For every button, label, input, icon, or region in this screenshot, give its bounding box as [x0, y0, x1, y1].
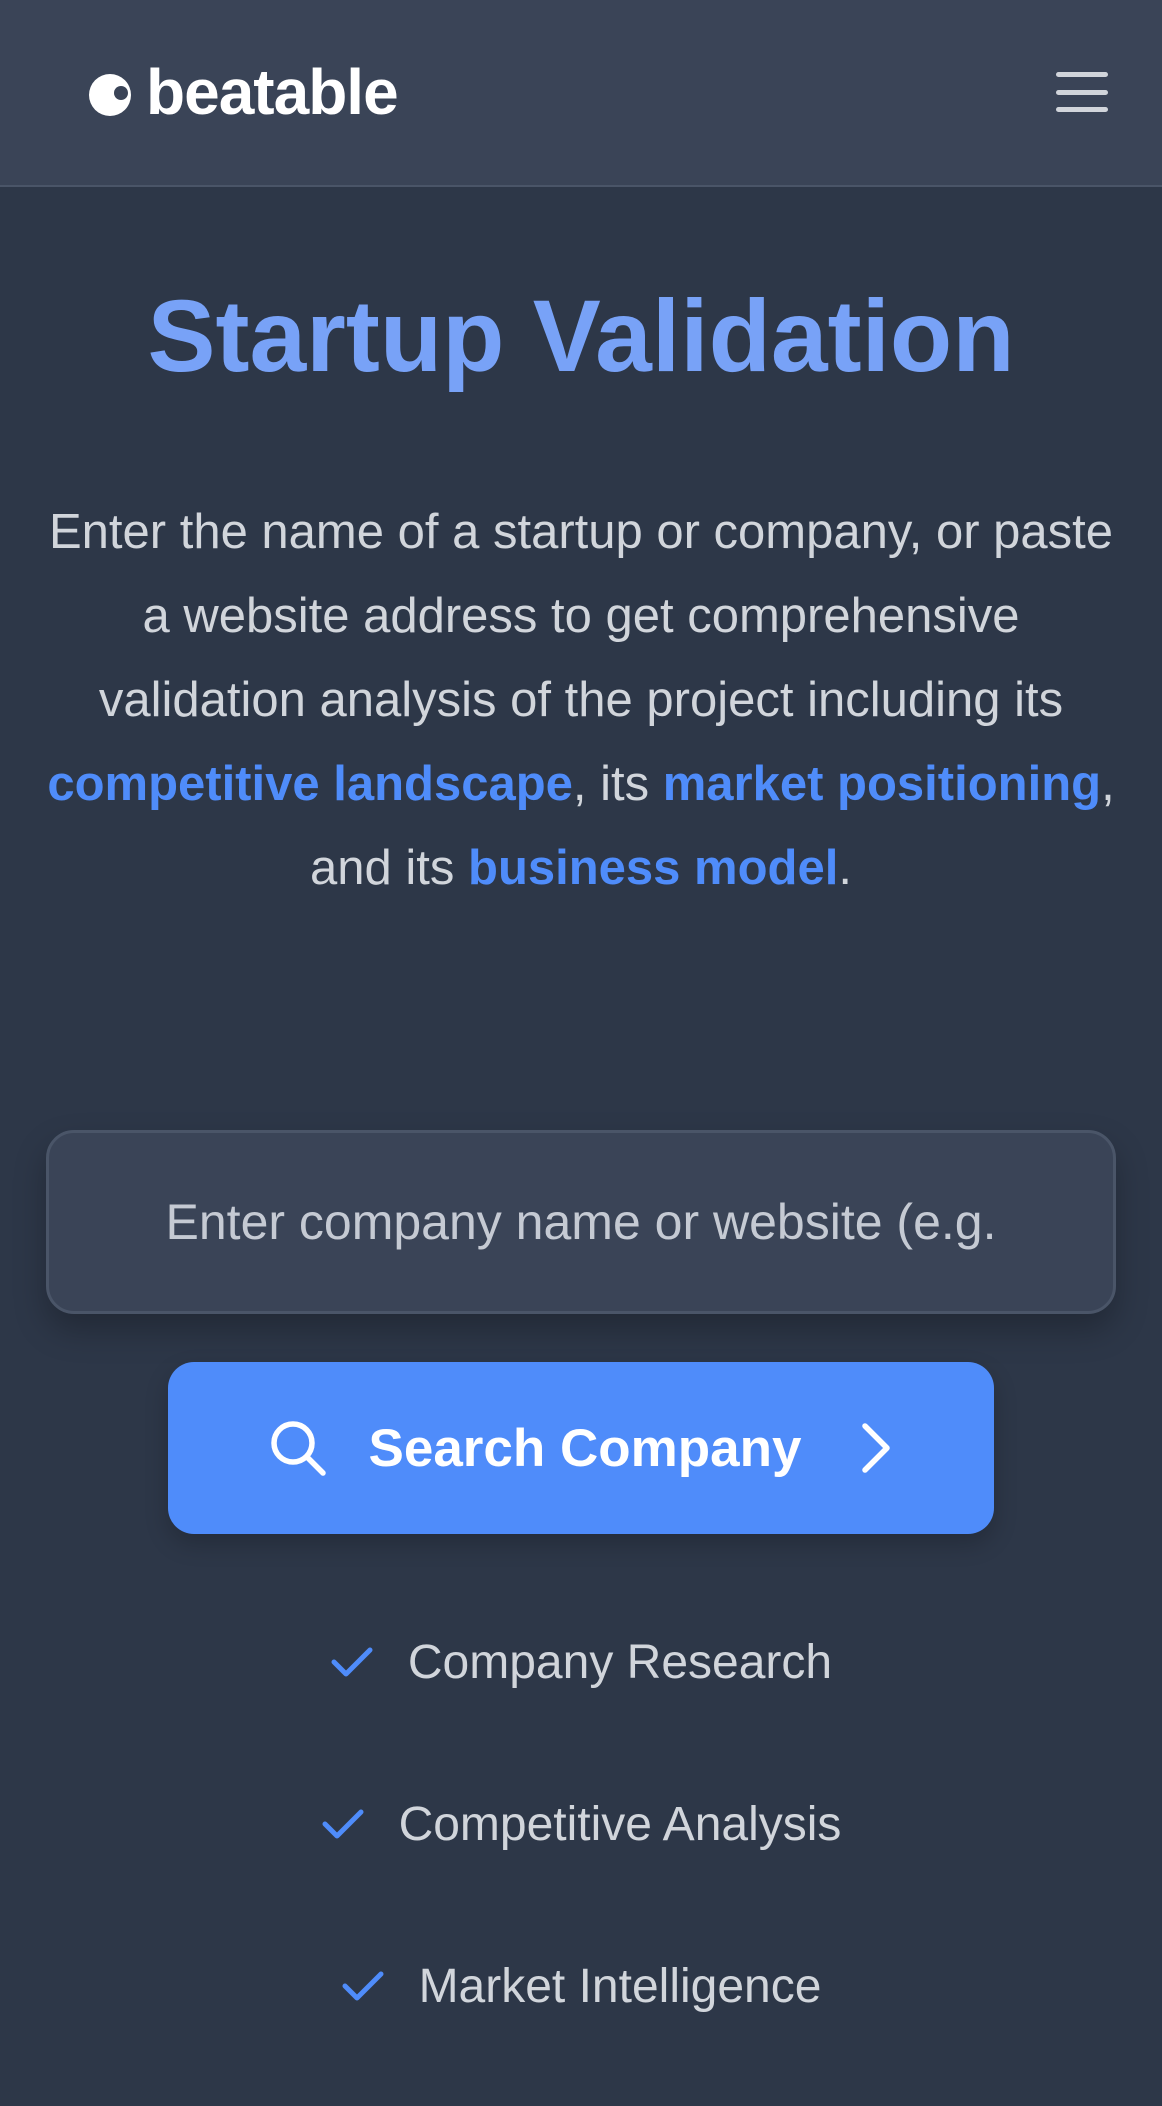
beatable-logo-mark-icon — [89, 74, 131, 116]
feature-label: Company Research — [407, 1635, 833, 1689]
desc-text-4: . — [838, 841, 852, 895]
check-icon — [342, 1971, 384, 2001]
feature-item-company-research: Company Research — [0, 1620, 1162, 1704]
check-icon — [322, 1809, 364, 1839]
feature-list: Company Research Competitive Analysis Ma… — [0, 1620, 1162, 2106]
page-title: Startup Validation — [147, 279, 1015, 393]
search-company-button[interactable]: Search Company — [168, 1362, 994, 1534]
check-icon — [331, 1647, 373, 1677]
hamburger-menu-icon[interactable] — [1054, 68, 1110, 116]
logo[interactable]: beatable — [88, 56, 399, 128]
chevron-right-icon — [862, 1423, 891, 1473]
feature-item-market-intelligence: Market Intelligence — [0, 1944, 1162, 2028]
search-icon — [270, 1421, 326, 1476]
menu-line — [1056, 89, 1108, 95]
menu-line — [1056, 107, 1108, 112]
highlight-market-positioning: market positioning — [662, 757, 1102, 811]
feature-label: Competitive Analysis — [398, 1797, 842, 1851]
top-header: beatable — [0, 0, 1162, 187]
menu-line — [1056, 72, 1108, 77]
logo-text: beatable — [146, 56, 399, 128]
feature-item-competitive-analysis: Competitive Analysis — [0, 1782, 1162, 1866]
desc-text-1: Enter the name of a startup or company, … — [48, 505, 1114, 727]
desc-text-2: , its — [572, 757, 663, 811]
search-button-label: Search Company — [368, 1418, 802, 1478]
hero-description: Enter the name of a startup or company, … — [40, 490, 1122, 910]
search-box — [46, 1130, 1116, 1314]
company-search-input[interactable] — [49, 1133, 1113, 1311]
highlight-competitive-landscape: competitive landscape — [47, 757, 573, 811]
feature-label: Market Intelligence — [418, 1959, 822, 2013]
highlight-business-model: business model — [468, 841, 839, 895]
